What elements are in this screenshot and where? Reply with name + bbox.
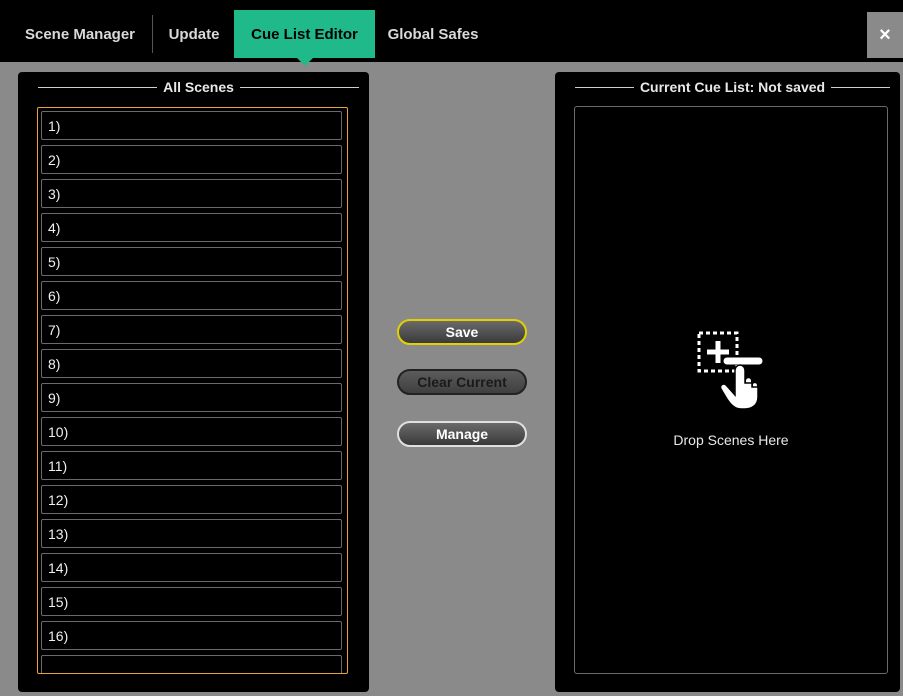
scene-row[interactable]: 9) xyxy=(41,383,342,412)
tab-update[interactable]: Update xyxy=(156,10,232,58)
tab-bar: Scene Manager Update Cue List Editor Glo… xyxy=(0,0,903,66)
title-rule xyxy=(239,86,360,88)
title-rule xyxy=(831,86,891,88)
scene-row[interactable]: 1) xyxy=(41,111,342,140)
scene-list[interactable]: 1) 2) 3) 4) 5) 6) 7) 8) 9) 10) 11) 12) 1… xyxy=(37,107,348,674)
save-button[interactable]: Save xyxy=(397,319,527,345)
scene-row[interactable]: 4) xyxy=(41,213,342,242)
title-rule xyxy=(38,86,158,88)
tab-cue-list-editor[interactable]: Cue List Editor xyxy=(234,10,375,66)
cue-list-header: Current Cue List: Not saved xyxy=(555,78,900,96)
title-rule xyxy=(575,86,634,88)
scene-row[interactable]: 2) xyxy=(41,145,342,174)
scene-row[interactable]: 11) xyxy=(41,451,342,480)
current-cue-list-panel: Current Cue List: Not saved Drop Scenes … xyxy=(555,72,900,692)
all-scenes-header: All Scenes xyxy=(18,78,369,96)
drop-scenes-label: Drop Scenes Here xyxy=(673,432,789,448)
clear-current-button[interactable]: Clear Current xyxy=(397,369,527,395)
manage-button[interactable]: Manage xyxy=(397,421,527,447)
scene-row[interactable]: 3) xyxy=(41,179,342,208)
scene-row[interactable]: 13) xyxy=(41,519,342,548)
scene-row[interactable]: 8) xyxy=(41,349,342,378)
cue-list-title: Current Cue List: Not saved xyxy=(639,79,826,95)
scene-row[interactable]: 15) xyxy=(41,587,342,616)
scene-row[interactable]: 6) xyxy=(41,281,342,310)
all-scenes-title: All Scenes xyxy=(163,79,234,95)
scene-row-partial[interactable] xyxy=(41,655,342,673)
drop-zone[interactable]: Drop Scenes Here xyxy=(574,106,888,674)
all-scenes-panel: All Scenes 1) 2) 3) 4) 5) 6) 7) 8) 9) 10… xyxy=(18,72,369,692)
tab-scene-manager[interactable]: Scene Manager xyxy=(10,10,150,58)
scene-row[interactable]: 12) xyxy=(41,485,342,514)
scene-row[interactable]: 10) xyxy=(41,417,342,446)
scene-row[interactable]: 14) xyxy=(41,553,342,582)
scene-row[interactable]: 7) xyxy=(41,315,342,344)
add-drag-hand-icon xyxy=(697,331,763,410)
scene-row[interactable]: 16) xyxy=(41,621,342,650)
tab-global-safes[interactable]: Global Safes xyxy=(378,10,488,58)
scene-row[interactable]: 5) xyxy=(41,247,342,276)
tab-divider xyxy=(152,15,153,53)
close-icon[interactable]: × xyxy=(867,12,903,58)
